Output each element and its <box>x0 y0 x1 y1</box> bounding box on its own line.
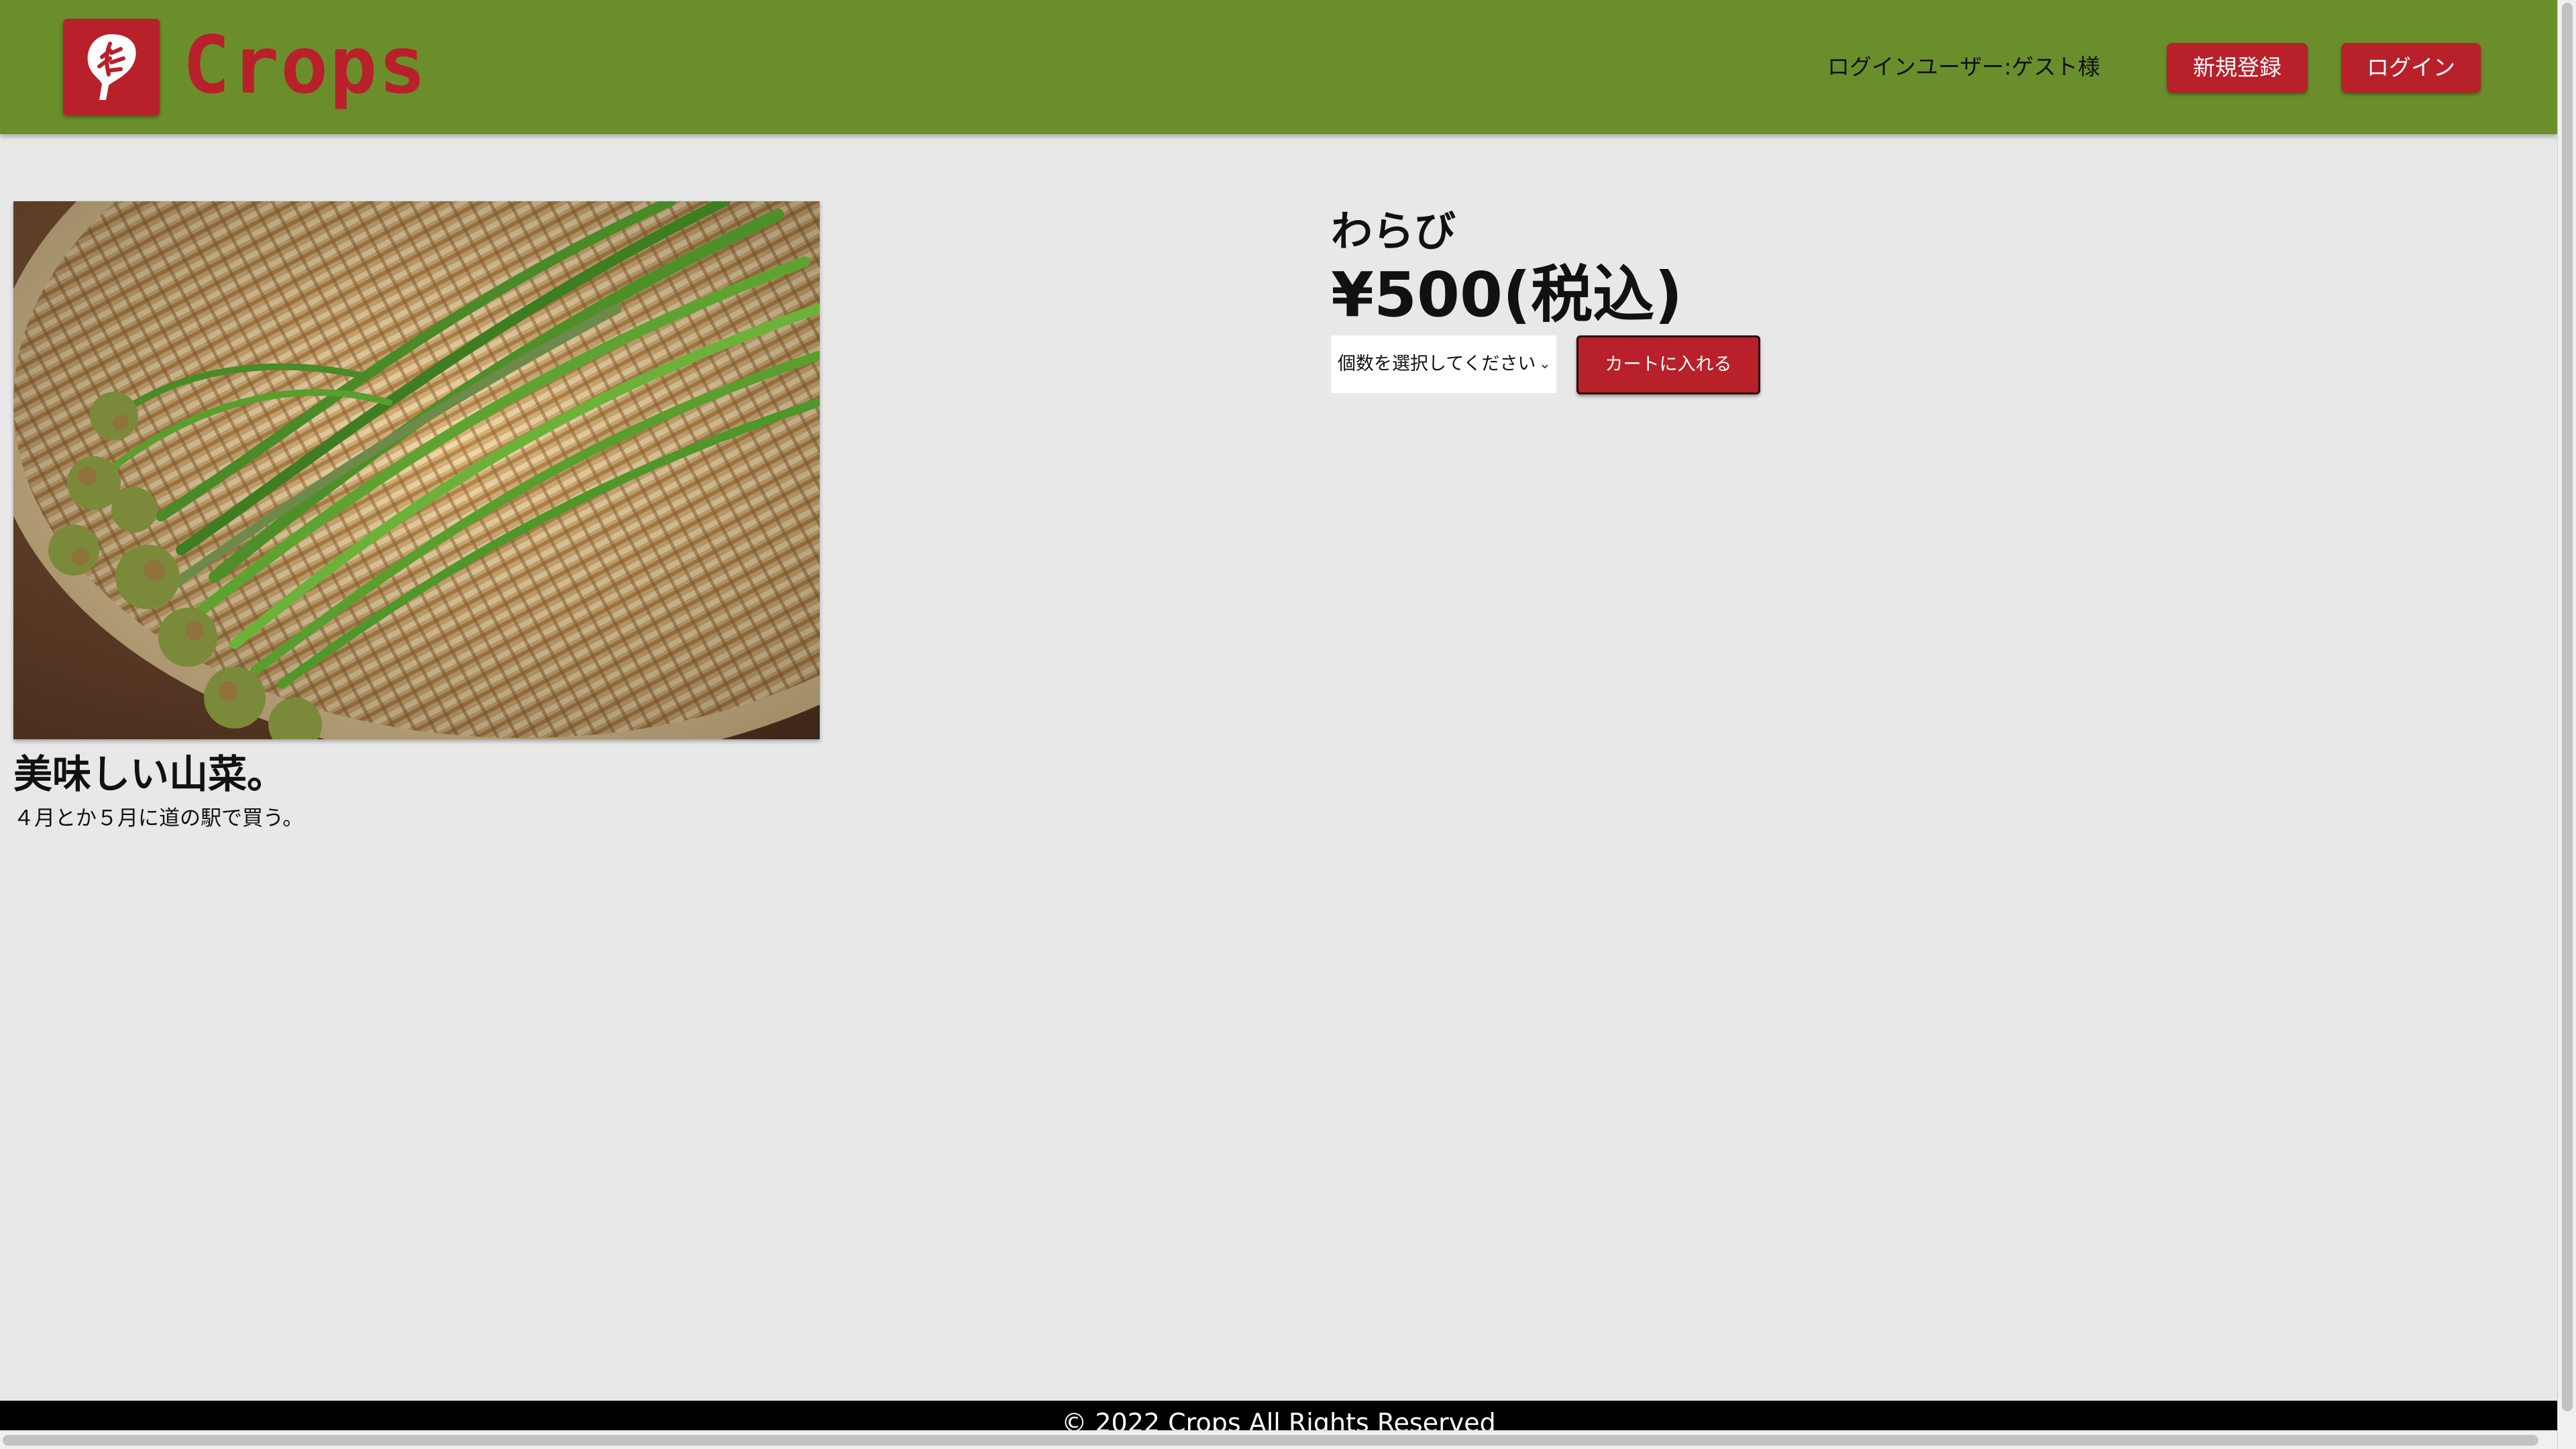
login-button[interactable]: ログイン <box>2341 43 2481 93</box>
logo-icon[interactable] <box>63 19 160 115</box>
vertical-scrollbar[interactable] <box>2557 0 2576 1449</box>
vertical-scrollbar-thumb[interactable] <box>2562 3 2573 1411</box>
quantity-select-label: 個数を選択してください <box>1338 354 1536 374</box>
brand-name[interactable]: Crops <box>182 15 427 115</box>
product-price: ¥500(税込) <box>1331 259 1683 331</box>
product-tagline: 美味しい山菜。 <box>13 751 286 797</box>
horizontal-scrollbar-thumb[interactable] <box>3 1435 2538 1446</box>
quantity-select[interactable]: 個数を選択してください ⌄ <box>1331 335 1556 393</box>
product-name: わらび <box>1331 207 1456 256</box>
horizontal-scrollbar[interactable] <box>0 1430 2557 1449</box>
product-description: ４月とか５月に道の駅で買う。 <box>13 806 304 830</box>
login-user-status: ログインユーザー:ゲスト様 <box>1827 54 2100 80</box>
register-button[interactable]: 新規登録 <box>2167 43 2308 93</box>
add-to-cart-button[interactable]: カートに入れる <box>1576 335 1760 394</box>
product-image <box>13 201 820 739</box>
chevron-down-icon: ⌄ <box>1538 356 1551 372</box>
site-header: Crops ログインユーザー:ゲスト様 新規登録 ログイン <box>0 0 2557 134</box>
leaf-icon <box>87 34 136 100</box>
